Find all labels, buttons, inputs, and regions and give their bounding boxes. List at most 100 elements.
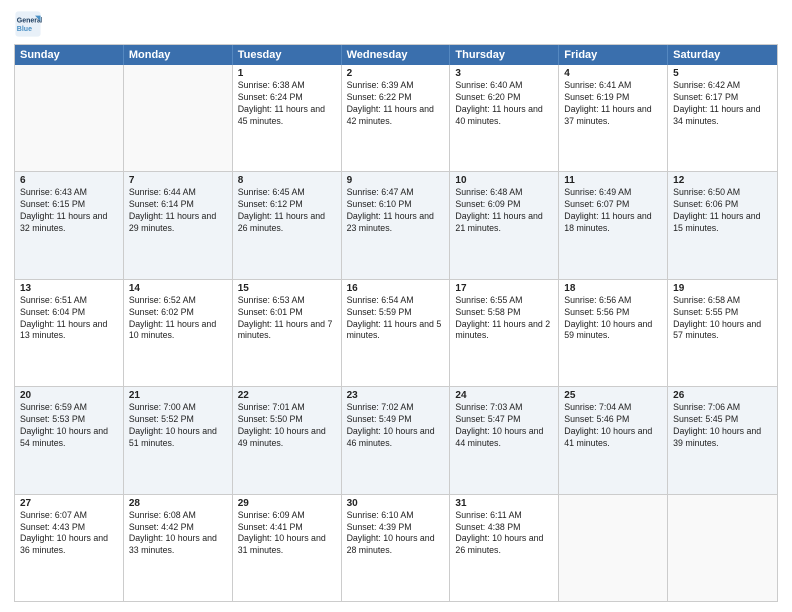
- calendar-cell: 29Sunrise: 6:09 AM Sunset: 4:41 PM Dayli…: [233, 495, 342, 601]
- page: General Blue SundayMondayTuesdayWednesda…: [0, 0, 792, 612]
- day-number: 23: [347, 390, 445, 401]
- day-header-wednesday: Wednesday: [342, 45, 451, 65]
- day-number: 10: [455, 175, 553, 186]
- day-number: 17: [455, 283, 553, 294]
- day-number: 19: [673, 283, 772, 294]
- calendar-cell: 23Sunrise: 7:02 AM Sunset: 5:49 PM Dayli…: [342, 387, 451, 493]
- day-number: 21: [129, 390, 227, 401]
- calendar-cell: 8Sunrise: 6:45 AM Sunset: 6:12 PM Daylig…: [233, 172, 342, 278]
- day-number: 4: [564, 68, 662, 79]
- cell-detail: Sunrise: 6:53 AM Sunset: 6:01 PM Dayligh…: [238, 295, 336, 343]
- cell-detail: Sunrise: 6:49 AM Sunset: 6:07 PM Dayligh…: [564, 187, 662, 235]
- calendar-cell: 11Sunrise: 6:49 AM Sunset: 6:07 PM Dayli…: [559, 172, 668, 278]
- cell-detail: Sunrise: 6:07 AM Sunset: 4:43 PM Dayligh…: [20, 510, 118, 558]
- cell-detail: Sunrise: 6:42 AM Sunset: 6:17 PM Dayligh…: [673, 80, 772, 128]
- logo: General Blue: [14, 10, 46, 38]
- cell-detail: Sunrise: 6:41 AM Sunset: 6:19 PM Dayligh…: [564, 80, 662, 128]
- calendar-row-1: 6Sunrise: 6:43 AM Sunset: 6:15 PM Daylig…: [15, 171, 777, 278]
- cell-detail: Sunrise: 6:43 AM Sunset: 6:15 PM Dayligh…: [20, 187, 118, 235]
- day-number: 22: [238, 390, 336, 401]
- calendar-cell: 12Sunrise: 6:50 AM Sunset: 6:06 PM Dayli…: [668, 172, 777, 278]
- cell-detail: Sunrise: 6:52 AM Sunset: 6:02 PM Dayligh…: [129, 295, 227, 343]
- calendar-header: SundayMondayTuesdayWednesdayThursdayFrid…: [15, 45, 777, 65]
- calendar-cell: 9Sunrise: 6:47 AM Sunset: 6:10 PM Daylig…: [342, 172, 451, 278]
- calendar-cell: 14Sunrise: 6:52 AM Sunset: 6:02 PM Dayli…: [124, 280, 233, 386]
- day-number: 13: [20, 283, 118, 294]
- calendar-cell: 2Sunrise: 6:39 AM Sunset: 6:22 PM Daylig…: [342, 65, 451, 171]
- day-header-thursday: Thursday: [450, 45, 559, 65]
- day-number: 18: [564, 283, 662, 294]
- svg-text:Blue: Blue: [17, 26, 32, 33]
- day-number: 1: [238, 68, 336, 79]
- day-header-monday: Monday: [124, 45, 233, 65]
- cell-detail: Sunrise: 6:45 AM Sunset: 6:12 PM Dayligh…: [238, 187, 336, 235]
- calendar-cell: 21Sunrise: 7:00 AM Sunset: 5:52 PM Dayli…: [124, 387, 233, 493]
- calendar-cell: 19Sunrise: 6:58 AM Sunset: 5:55 PM Dayli…: [668, 280, 777, 386]
- day-number: 8: [238, 175, 336, 186]
- calendar-cell: 13Sunrise: 6:51 AM Sunset: 6:04 PM Dayli…: [15, 280, 124, 386]
- calendar-cell: [124, 65, 233, 171]
- calendar-cell: [559, 495, 668, 601]
- day-number: 12: [673, 175, 772, 186]
- calendar-cell: 1Sunrise: 6:38 AM Sunset: 6:24 PM Daylig…: [233, 65, 342, 171]
- cell-detail: Sunrise: 6:56 AM Sunset: 5:56 PM Dayligh…: [564, 295, 662, 343]
- cell-detail: Sunrise: 7:00 AM Sunset: 5:52 PM Dayligh…: [129, 402, 227, 450]
- day-number: 27: [20, 498, 118, 509]
- calendar-cell: 27Sunrise: 6:07 AM Sunset: 4:43 PM Dayli…: [15, 495, 124, 601]
- calendar-body: 1Sunrise: 6:38 AM Sunset: 6:24 PM Daylig…: [15, 65, 777, 601]
- cell-detail: Sunrise: 6:38 AM Sunset: 6:24 PM Dayligh…: [238, 80, 336, 128]
- cell-detail: Sunrise: 6:10 AM Sunset: 4:39 PM Dayligh…: [347, 510, 445, 558]
- day-number: 30: [347, 498, 445, 509]
- cell-detail: Sunrise: 6:40 AM Sunset: 6:20 PM Dayligh…: [455, 80, 553, 128]
- calendar-cell: 25Sunrise: 7:04 AM Sunset: 5:46 PM Dayli…: [559, 387, 668, 493]
- calendar-cell: 17Sunrise: 6:55 AM Sunset: 5:58 PM Dayli…: [450, 280, 559, 386]
- cell-detail: Sunrise: 6:55 AM Sunset: 5:58 PM Dayligh…: [455, 295, 553, 343]
- day-number: 28: [129, 498, 227, 509]
- calendar-cell: 5Sunrise: 6:42 AM Sunset: 6:17 PM Daylig…: [668, 65, 777, 171]
- day-number: 16: [347, 283, 445, 294]
- calendar-cell: 18Sunrise: 6:56 AM Sunset: 5:56 PM Dayli…: [559, 280, 668, 386]
- logo-icon: General Blue: [14, 10, 42, 38]
- calendar-cell: [15, 65, 124, 171]
- calendar-cell: 6Sunrise: 6:43 AM Sunset: 6:15 PM Daylig…: [15, 172, 124, 278]
- day-number: 9: [347, 175, 445, 186]
- day-header-friday: Friday: [559, 45, 668, 65]
- cell-detail: Sunrise: 6:39 AM Sunset: 6:22 PM Dayligh…: [347, 80, 445, 128]
- day-number: 6: [20, 175, 118, 186]
- cell-detail: Sunrise: 6:54 AM Sunset: 5:59 PM Dayligh…: [347, 295, 445, 343]
- calendar-row-2: 13Sunrise: 6:51 AM Sunset: 6:04 PM Dayli…: [15, 279, 777, 386]
- calendar-cell: [668, 495, 777, 601]
- cell-detail: Sunrise: 7:01 AM Sunset: 5:50 PM Dayligh…: [238, 402, 336, 450]
- day-number: 15: [238, 283, 336, 294]
- day-number: 3: [455, 68, 553, 79]
- calendar-cell: 3Sunrise: 6:40 AM Sunset: 6:20 PM Daylig…: [450, 65, 559, 171]
- day-header-saturday: Saturday: [668, 45, 777, 65]
- calendar-cell: 7Sunrise: 6:44 AM Sunset: 6:14 PM Daylig…: [124, 172, 233, 278]
- calendar: SundayMondayTuesdayWednesdayThursdayFrid…: [14, 44, 778, 602]
- cell-detail: Sunrise: 6:59 AM Sunset: 5:53 PM Dayligh…: [20, 402, 118, 450]
- calendar-cell: 26Sunrise: 7:06 AM Sunset: 5:45 PM Dayli…: [668, 387, 777, 493]
- cell-detail: Sunrise: 6:50 AM Sunset: 6:06 PM Dayligh…: [673, 187, 772, 235]
- cell-detail: Sunrise: 6:09 AM Sunset: 4:41 PM Dayligh…: [238, 510, 336, 558]
- day-number: 24: [455, 390, 553, 401]
- calendar-cell: 20Sunrise: 6:59 AM Sunset: 5:53 PM Dayli…: [15, 387, 124, 493]
- day-number: 26: [673, 390, 772, 401]
- day-number: 31: [455, 498, 553, 509]
- day-header-sunday: Sunday: [15, 45, 124, 65]
- cell-detail: Sunrise: 7:03 AM Sunset: 5:47 PM Dayligh…: [455, 402, 553, 450]
- calendar-cell: 22Sunrise: 7:01 AM Sunset: 5:50 PM Dayli…: [233, 387, 342, 493]
- cell-detail: Sunrise: 7:04 AM Sunset: 5:46 PM Dayligh…: [564, 402, 662, 450]
- calendar-cell: 31Sunrise: 6:11 AM Sunset: 4:38 PM Dayli…: [450, 495, 559, 601]
- calendar-row-0: 1Sunrise: 6:38 AM Sunset: 6:24 PM Daylig…: [15, 65, 777, 171]
- calendar-cell: 15Sunrise: 6:53 AM Sunset: 6:01 PM Dayli…: [233, 280, 342, 386]
- cell-detail: Sunrise: 6:11 AM Sunset: 4:38 PM Dayligh…: [455, 510, 553, 558]
- day-number: 25: [564, 390, 662, 401]
- cell-detail: Sunrise: 6:48 AM Sunset: 6:09 PM Dayligh…: [455, 187, 553, 235]
- day-header-tuesday: Tuesday: [233, 45, 342, 65]
- calendar-row-4: 27Sunrise: 6:07 AM Sunset: 4:43 PM Dayli…: [15, 494, 777, 601]
- calendar-cell: 16Sunrise: 6:54 AM Sunset: 5:59 PM Dayli…: [342, 280, 451, 386]
- day-number: 14: [129, 283, 227, 294]
- calendar-cell: 24Sunrise: 7:03 AM Sunset: 5:47 PM Dayli…: [450, 387, 559, 493]
- cell-detail: Sunrise: 7:02 AM Sunset: 5:49 PM Dayligh…: [347, 402, 445, 450]
- calendar-cell: 28Sunrise: 6:08 AM Sunset: 4:42 PM Dayli…: [124, 495, 233, 601]
